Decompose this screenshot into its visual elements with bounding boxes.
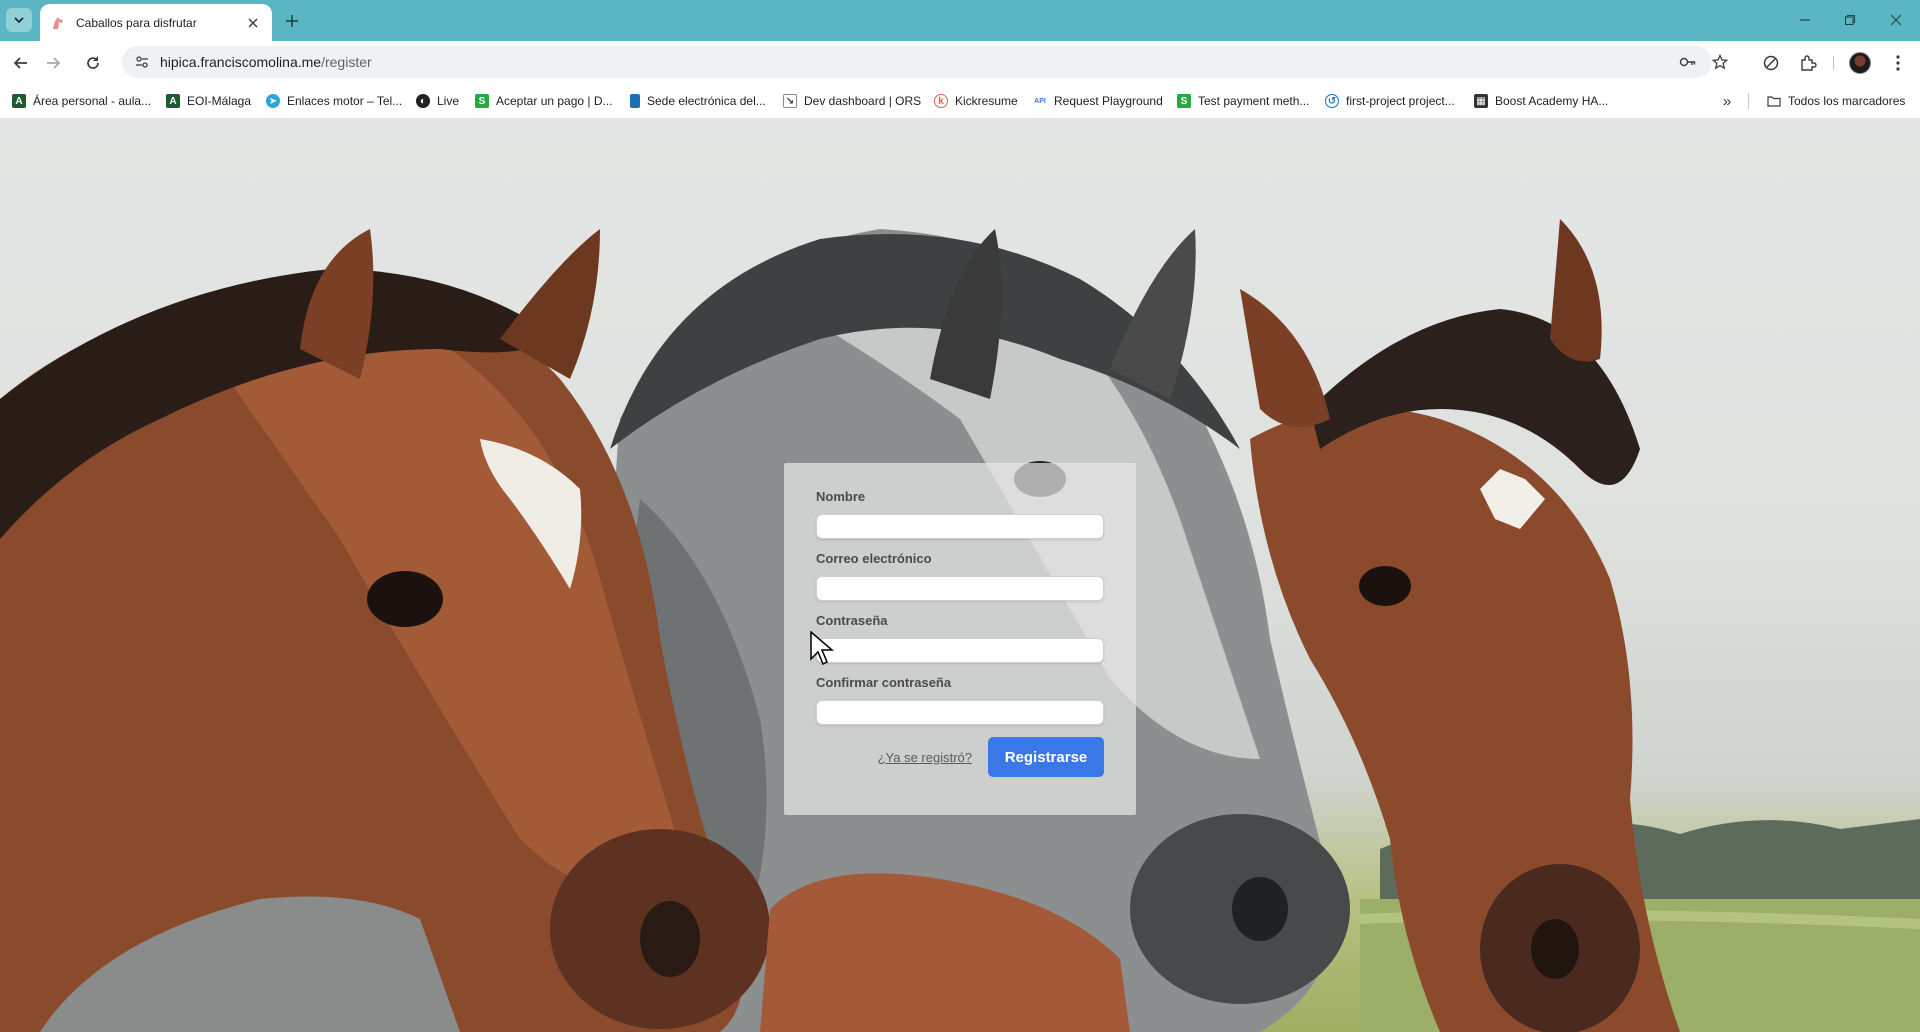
bookmark-label: Aceptar un pago | D...: [496, 94, 613, 108]
profile-avatar[interactable]: [1849, 52, 1871, 74]
back-arrow-icon[interactable]: [8, 50, 34, 76]
bookmarks-bar: A Área personal - aula... A EOI-Málaga ➤…: [0, 83, 1920, 119]
letter-s-icon: S: [1177, 94, 1191, 108]
form-actions: ¿Ya se registró? Registrarse: [816, 737, 1104, 777]
bookmark-label: Test payment meth...: [1198, 94, 1310, 108]
bookmark-label: Área personal - aula...: [33, 94, 152, 108]
letter-a-icon: A: [166, 94, 180, 108]
restore-icon[interactable]: [1838, 10, 1862, 30]
ors-icon: ↘: [783, 94, 797, 108]
password-key-icon[interactable]: [1678, 52, 1698, 72]
bookmark-label: EOI-Málaga: [187, 94, 252, 108]
extensions-puzzle-icon[interactable]: [1797, 52, 1819, 74]
api-icon: API: [1033, 94, 1047, 108]
bookmark-label: Sede electrónica del...: [647, 94, 766, 108]
bookmark-item[interactable]: ↺ first-project project...: [1325, 91, 1455, 111]
register-page: Nombre Correo electrónico Contraseña Con…: [0, 119, 1920, 1032]
bookmark-item[interactable]: S Test payment meth...: [1177, 91, 1309, 111]
bookmark-label: Kickresume: [955, 94, 1018, 108]
bookmark-item[interactable]: ▦ Boost Academy HA...: [1474, 91, 1608, 111]
confirm-password-label: Confirmar contraseña: [816, 675, 952, 690]
name-label: Nombre: [816, 489, 866, 504]
building-icon: ▦: [1474, 94, 1488, 108]
bookmark-label: first-project project...: [1346, 94, 1455, 108]
password-input[interactable]: [816, 638, 1104, 663]
horse-favicon-icon: [50, 15, 66, 31]
all-bookmarks-folder[interactable]: Todos los marcadores: [1767, 91, 1905, 111]
address-bar[interactable]: hipica.franciscomolina.me/register: [122, 46, 1728, 78]
confirm-password-input[interactable]: [816, 700, 1104, 725]
bookmark-item[interactable]: API Request Playground: [1033, 91, 1163, 111]
bookmark-item[interactable]: A Área personal - aula...: [12, 91, 151, 111]
bookmark-item[interactable]: k Kickresume: [934, 91, 1018, 111]
browser-tab-strip: Caballos para disfrutar: [0, 0, 1920, 41]
letter-s-icon: S: [475, 94, 489, 108]
bookmark-item[interactable]: ➤ Enlaces motor – Tel...: [266, 91, 402, 111]
tab-title: Caballos para disfrutar: [76, 15, 197, 30]
letter-a-icon: A: [12, 94, 26, 108]
close-icon[interactable]: [244, 14, 262, 32]
email-input[interactable]: [816, 576, 1104, 601]
kickresume-icon: k: [934, 94, 948, 108]
register-form-card: Nombre Correo electrónico Contraseña Con…: [784, 463, 1136, 815]
bookmark-item[interactable]: ↘ Dev dashboard | ORS: [783, 91, 921, 111]
name-input[interactable]: [816, 514, 1104, 539]
site-info-icon[interactable]: [134, 54, 150, 70]
bookmark-label: Enlaces motor – Tel...: [287, 94, 403, 108]
bookmarks-separator: [1748, 93, 1749, 109]
bookmark-label: Dev dashboard | ORS: [804, 94, 922, 108]
document-icon: [630, 94, 640, 108]
already-registered-link[interactable]: ¿Ya se registró?: [878, 750, 972, 765]
reload-icon[interactable]: [80, 50, 106, 76]
tab-search-chevron-icon[interactable]: [6, 8, 32, 32]
bookmark-item[interactable]: S Aceptar un pago | D...: [475, 91, 613, 111]
bookmark-label: Request Playground: [1054, 94, 1163, 108]
browser-tab-active[interactable]: Caballos para disfrutar: [40, 4, 272, 41]
folder-icon: [1767, 94, 1781, 108]
bookmarks-overflow-icon[interactable]: »: [1716, 91, 1738, 111]
live-icon: ◐: [416, 94, 430, 108]
bookmark-label: Boost Academy HA...: [1495, 94, 1609, 108]
mouse-pointer-icon: [810, 631, 834, 666]
browser-toolbar: hipica.franciscomolina.me/register: [0, 41, 1920, 83]
url-text: hipica.franciscomolina.me/register: [160, 54, 372, 70]
telegram-icon: ➤: [266, 94, 280, 108]
bookmark-label: Live: [437, 94, 460, 108]
all-bookmarks-label: Todos los marcadores: [1788, 94, 1906, 108]
url-host: hipica.franciscomolina.me: [160, 54, 322, 70]
new-tab-plus-icon[interactable]: [280, 10, 304, 32]
minimize-icon[interactable]: [1793, 10, 1817, 30]
window-close-icon[interactable]: [1884, 10, 1908, 30]
bookmark-item[interactable]: A EOI-Málaga: [166, 91, 251, 111]
bookmark-star-icon[interactable]: [1710, 52, 1730, 72]
url-path: /register: [321, 54, 372, 70]
project-icon: ↺: [1325, 94, 1339, 108]
email-label: Correo electrónico: [816, 551, 932, 566]
register-button[interactable]: Registrarse: [988, 737, 1104, 777]
forward-arrow-icon[interactable]: [40, 50, 66, 76]
toolbar-separator: [1833, 56, 1834, 70]
bookmark-item[interactable]: Sede electrónica del...: [630, 91, 766, 111]
performance-icon[interactable]: [1760, 52, 1782, 74]
password-label: Contraseña: [816, 613, 888, 628]
more-vert-icon[interactable]: [1887, 52, 1909, 74]
bookmark-item[interactable]: ◐ Live: [416, 91, 459, 111]
